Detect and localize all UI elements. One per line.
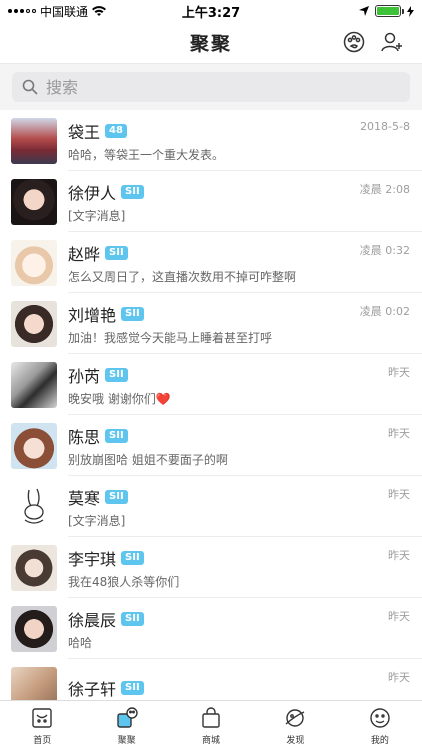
palette-icon[interactable]	[342, 30, 366, 54]
avatar	[11, 422, 57, 469]
tab-bar: 首页 聚聚 商城 发现 我的	[0, 700, 422, 750]
chat-time: 昨天	[388, 488, 410, 501]
status-bar: 中国联通 上午3:27	[0, 0, 422, 22]
carrier-label: 中国联通	[40, 4, 89, 19]
avatar	[11, 666, 57, 700]
location-arrow-icon	[359, 6, 369, 16]
chat-time: 2018-5-8	[360, 120, 410, 133]
chat-time: 凌晨 0:02	[359, 305, 410, 318]
avatar	[11, 361, 57, 408]
chat-last-message: 别放崩图哈 姐姐不要面子的啊	[68, 452, 228, 467]
chat-time: 昨天	[388, 671, 410, 684]
team-badge: SII	[105, 367, 128, 382]
tab-label: 商城	[202, 735, 221, 746]
team-badge: SII	[105, 245, 128, 260]
chat-row[interactable]: 李宇琪 SII 我在48狼人杀等你们 昨天	[0, 537, 422, 598]
group-badge: 48	[105, 123, 127, 138]
chat-last-message: 哈哈，等袋王一个重大发表。	[68, 147, 225, 162]
tab-home[interactable]: 首页	[0, 701, 84, 750]
chat-list: 袋王 48 哈哈，等袋王一个重大发表。 2018-5-8 徐伊人 SII [文字…	[0, 110, 422, 700]
chat-row[interactable]: 莫寒 SII [文字消息] 昨天	[0, 476, 422, 537]
tab-mine[interactable]: 我的	[338, 701, 422, 750]
wifi-icon	[92, 5, 107, 16]
chat-name: 袋王	[68, 122, 101, 142]
chat-time: 凌晨 0:32	[359, 244, 410, 257]
chat-time: 昨天	[388, 549, 410, 562]
chat-row[interactable]: 孙芮 SII 晚安哦 谢谢你们❤️ 昨天	[0, 354, 422, 415]
team-badge: SII	[105, 489, 128, 504]
tab-label: 聚聚	[117, 735, 136, 746]
chat-name: 徐晨辰	[68, 610, 117, 630]
signal-icon	[8, 9, 36, 13]
chat-name: 赵晔	[68, 244, 101, 264]
tab-label: 首页	[33, 735, 52, 746]
planet-icon	[285, 708, 305, 727]
tab-shop[interactable]: 商城	[169, 701, 253, 750]
tab-juju[interactable]: 聚聚	[84, 701, 168, 750]
nav-actions	[342, 30, 404, 54]
chat-row[interactable]: 徐伊人 SII [文字消息] 凌晨 2:08	[0, 171, 422, 232]
avatar	[11, 605, 57, 652]
status-right	[359, 5, 414, 17]
home-icon	[32, 707, 52, 728]
chat-last-message: 怎么又周日了，这直播次数用不掉可咋整啊	[68, 269, 297, 284]
add-user-icon[interactable]	[380, 30, 404, 54]
chat-name: 莫寒	[68, 488, 101, 508]
team-badge: SII	[121, 306, 144, 321]
tab-discover[interactable]: 发现	[253, 701, 337, 750]
chat-row[interactable]: 刘增艳 SII 加油！我感觉今天能马上睡着甚至打呼 凌晨 0:02	[0, 293, 422, 354]
chat-last-message: [文字消息]	[68, 208, 126, 223]
charging-bolt-icon	[407, 5, 414, 17]
avatar	[11, 239, 57, 286]
team-badge: SII	[121, 550, 144, 565]
chat-name: 徐子轩	[68, 680, 117, 699]
chat-name: 刘增艳	[68, 305, 117, 325]
chat-last-message: 晚安哦 谢谢你们❤️	[68, 391, 171, 406]
search-icon	[22, 79, 38, 95]
tab-label: 我的	[370, 735, 389, 746]
chat-last-message: 哈哈	[68, 635, 93, 650]
chat-time: 昨天	[388, 610, 410, 623]
avatar	[11, 544, 57, 591]
team-badge: SII	[105, 428, 128, 443]
chat-last-message: 我在48狼人杀等你们	[68, 574, 180, 589]
face-icon	[370, 707, 390, 728]
shop-bag-icon	[202, 706, 220, 728]
chat-row[interactable]: 徐晨辰 SII 哈哈 昨天	[0, 598, 422, 659]
status-time: 上午3:27	[181, 5, 241, 21]
chat-row[interactable]: 赵晔 SII 怎么又周日了，这直播次数用不掉可咋整啊 凌晨 0:32	[0, 232, 422, 293]
chat-time: 昨天	[388, 366, 410, 379]
status-left: 中国联通	[8, 3, 107, 20]
chat-name: 李宇琪	[68, 549, 117, 569]
team-badge: SII	[121, 611, 144, 626]
nav-bar: 聚聚	[0, 22, 422, 64]
chat-last-message: 加油！我感觉今天能马上睡着甚至打呼	[68, 330, 273, 345]
battery-icon	[375, 5, 404, 17]
team-badge: SII	[121, 681, 144, 695]
chat-row[interactable]: 陈思 SII 别放崩图哈 姐姐不要面子的啊 昨天	[0, 415, 422, 476]
avatar	[11, 178, 57, 225]
tab-label: 发现	[286, 735, 305, 746]
search-input[interactable]	[46, 77, 346, 97]
rabbit-avatar-icon	[24, 488, 44, 524]
chat-name: 孙芮	[68, 366, 101, 386]
chat-icon	[116, 706, 138, 728]
chat-name: 陈思	[68, 427, 101, 447]
avatar	[11, 117, 57, 164]
avatar	[11, 300, 57, 347]
avatar	[11, 483, 57, 530]
search-bar	[0, 64, 422, 110]
chat-row[interactable]: 袋王 48 哈哈，等袋王一个重大发表。 2018-5-8	[0, 110, 422, 171]
page-title: 聚聚	[189, 33, 232, 55]
chat-last-message: [文字消息]	[68, 513, 126, 528]
team-badge: SII	[121, 184, 144, 199]
chat-row[interactable]: 徐子轩 SII 昨天	[0, 659, 422, 700]
chat-name: 徐伊人	[68, 183, 117, 203]
chat-time: 凌晨 2:08	[359, 183, 410, 196]
chat-time: 昨天	[388, 427, 410, 440]
search-box[interactable]	[12, 72, 410, 102]
